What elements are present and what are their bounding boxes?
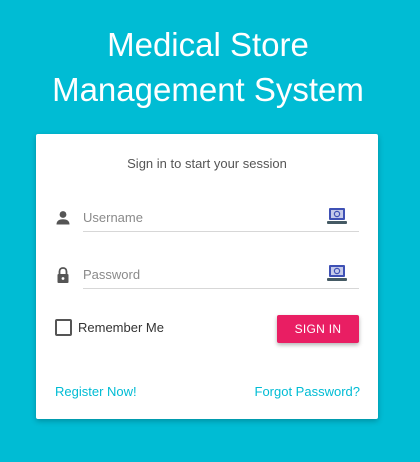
remember-me[interactable]: Remember Me	[55, 319, 164, 336]
lock-icon	[57, 267, 69, 283]
person-icon	[56, 211, 70, 225]
username-input[interactable]	[83, 203, 359, 232]
password-row	[36, 256, 378, 296]
login-subtitle: Sign in to start your session	[127, 156, 287, 171]
username-row	[36, 199, 378, 239]
app-title-line1: Medical Store	[107, 26, 309, 63]
login-card: Sign in to start your session Re	[36, 134, 378, 419]
remember-me-label: Remember Me	[78, 320, 164, 335]
forgot-password-link[interactable]: Forgot Password?	[255, 384, 361, 399]
password-manager-icon[interactable]	[327, 264, 347, 282]
app-title-line2: Management System	[52, 71, 364, 108]
sign-in-button[interactable]: SIGN IN	[277, 315, 359, 343]
password-manager-icon[interactable]	[327, 207, 347, 225]
password-input[interactable]	[83, 260, 359, 289]
app-title: Medical Store Management System	[0, 22, 416, 112]
remember-me-checkbox[interactable]	[55, 319, 72, 336]
register-link[interactable]: Register Now!	[55, 384, 137, 399]
